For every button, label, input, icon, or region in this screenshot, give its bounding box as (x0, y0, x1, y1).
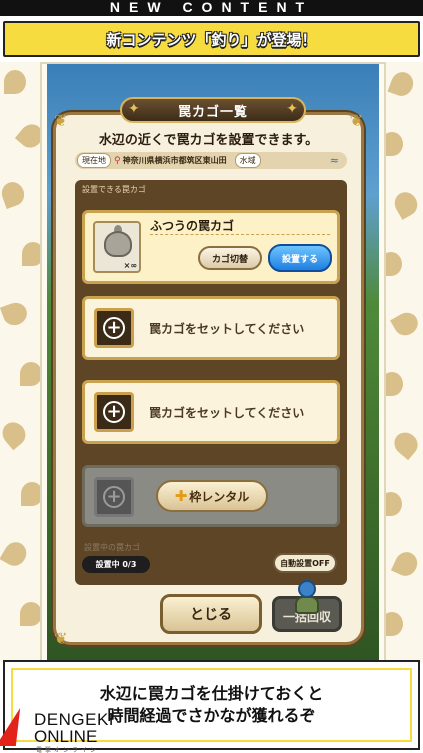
plus-icon: + (103, 401, 125, 423)
divider (150, 234, 330, 235)
section-installed-label: 設置中の罠カゴ (84, 543, 140, 552)
new-content-ribbon: NEW CONTENT (0, 0, 423, 16)
headline-banner: 新コンテンツ「釣り」が登場！ (3, 21, 420, 57)
trap-name: ふつうの罠カゴ (150, 219, 235, 233)
locked-slot-box: + (94, 477, 134, 517)
switch-trap-button[interactable]: カゴ切替 (198, 246, 262, 270)
section-available-label: 設置できる罠カゴ (82, 185, 146, 194)
empty-trap-slot[interactable]: + 罠カゴをセットしてください (82, 296, 340, 360)
dialog-title: 罠カゴ一覧 (177, 104, 248, 120)
plus-icon: + (103, 317, 125, 339)
dialog-description: 水辺の近くで罠カゴを設置できます。 (98, 133, 319, 148)
ornament-icon: ✦ (128, 101, 140, 117)
logo-line-3: 電撃オンライン (36, 747, 100, 753)
trap-thumbnail: ×∞ (93, 221, 141, 273)
logo-line-2: ONLINE (34, 727, 98, 746)
caption-line-1: 水辺に罠カゴを仕掛けておくと (99, 684, 324, 703)
headline-text: 新コンテンツ「釣り」が登場！ (106, 30, 317, 49)
trap-card-normal[interactable]: ×∞ ふつうの罠カゴ カゴ切替 設置する (82, 210, 340, 284)
dengeki-online-logo: DENGEKI ONLINE 電撃オンライン (0, 708, 140, 753)
add-slot-box: + (94, 392, 134, 432)
plus-icon: ✚ (174, 487, 188, 505)
location-bar: 現在地 ⚲ 神奈川県横浜市都筑区東山田 水域 ≈ (75, 152, 347, 169)
plus-icon: + (103, 486, 125, 508)
empty-trap-slot[interactable]: + 罠カゴをセットしてください (82, 380, 340, 444)
locked-trap-slot: + ✚ 枠レンタル (82, 465, 340, 527)
close-button[interactable]: とじる (160, 594, 262, 634)
map-pin-icon: ⚲ (114, 155, 121, 166)
lightning-bolt-icon (0, 708, 29, 746)
dialog-title-plate: ✦ 罠カゴ一覧 ✦ (120, 97, 306, 123)
location-label: 現在地 (77, 153, 111, 168)
rent-slot-label: 枠レンタル (189, 489, 250, 504)
auto-set-toggle[interactable]: 自動設置OFF (273, 553, 337, 573)
add-slot-box: + (94, 308, 134, 348)
ornament-icon: ✦ (286, 101, 298, 117)
water-label: 水域 (234, 153, 261, 168)
location-address: 神奈川県横浜市都筑区東山田 (122, 156, 227, 165)
trap-quantity: ×∞ (123, 261, 137, 270)
set-trap-button[interactable]: 設置する (268, 244, 332, 272)
empty-slot-text: 罠カゴをセットしてください (149, 406, 305, 420)
water-wave-icon: ≈ (329, 154, 339, 167)
empty-slot-text: 罠カゴをセットしてください (149, 322, 305, 336)
character-icon (292, 580, 322, 616)
installed-count-badge: 設置中 0/3 (82, 556, 150, 573)
rent-slot-button[interactable]: ✚ 枠レンタル (156, 480, 268, 512)
